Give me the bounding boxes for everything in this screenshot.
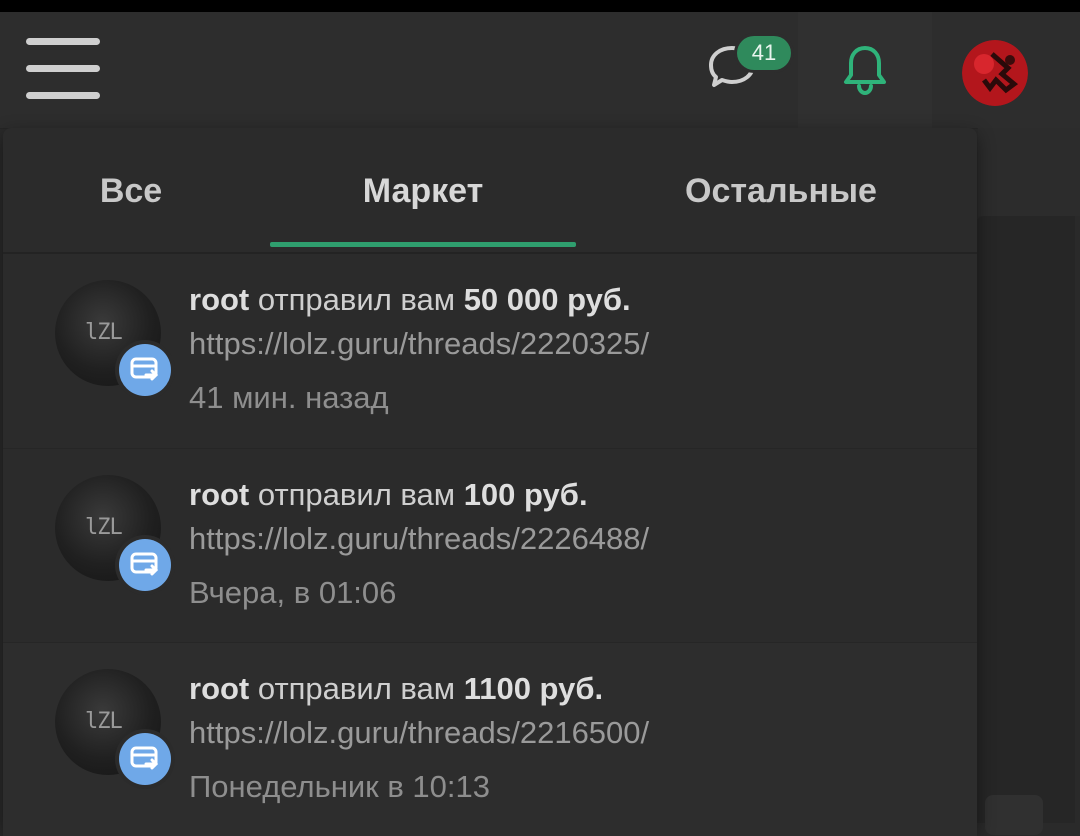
status-bar — [0, 0, 1080, 12]
money-transfer-badge — [119, 539, 171, 591]
transfer-icon — [130, 746, 159, 770]
notification-text: root отправил вам 1100 руб. — [189, 671, 604, 706]
alerts-button[interactable] — [798, 12, 932, 128]
user-avatar[interactable] — [962, 40, 1028, 106]
notification-avatar[interactable]: lZL — [55, 475, 171, 591]
notification-amount: 1100 руб. — [463, 671, 604, 706]
money-transfer-badge — [119, 344, 171, 396]
notification-avatar[interactable]: lZL — [55, 669, 171, 785]
transfer-icon — [130, 552, 159, 576]
notification-item[interactable]: lZL root отправил вам 100 руб. https://l… — [3, 448, 977, 642]
alerts-tabs: Все Маркет Остальные — [3, 128, 977, 254]
tab-other[interactable]: Остальные — [643, 128, 919, 252]
tab-market[interactable]: Маркет — [270, 128, 576, 252]
notification-link[interactable]: https://lolz.guru/threads/2220325/ — [189, 326, 649, 362]
notification-username[interactable]: root — [189, 282, 249, 317]
transfer-icon — [130, 357, 159, 381]
notification-username[interactable]: root — [189, 477, 249, 512]
money-transfer-badge — [119, 733, 171, 785]
active-tab-indicator — [270, 242, 576, 247]
tab-all[interactable]: Все — [43, 128, 219, 252]
hamburger-menu-icon[interactable] — [26, 38, 100, 100]
notification-avatar[interactable]: lZL — [55, 280, 171, 396]
background-panel — [978, 128, 1080, 216]
avatar-image — [962, 40, 1028, 106]
notification-item[interactable]: lZL root отправил вам 50 000 руб. https:… — [3, 254, 977, 447]
background-card — [975, 216, 1075, 823]
notification-amount: 100 руб. — [463, 477, 588, 512]
notification-username[interactable]: root — [189, 671, 249, 706]
notification-text: root отправил вам 100 руб. — [189, 477, 588, 512]
notification-time: Вчера, в 01:06 — [189, 575, 397, 610]
bell-icon — [844, 46, 886, 96]
notification-time: Понедельник в 10:13 — [189, 769, 491, 804]
notification-text: root отправил вам 50 000 руб. — [189, 282, 631, 317]
conversations-count-badge: 41 — [737, 36, 791, 70]
notification-link[interactable]: https://lolz.guru/threads/2216500/ — [189, 715, 649, 751]
notification-amount: 50 000 руб. — [463, 282, 631, 317]
alerts-popup: Все Маркет Остальные lZL root отправил в… — [3, 128, 977, 836]
notification-item[interactable]: lZL root отправил вам 1100 руб. https://… — [3, 642, 977, 836]
background-element — [985, 795, 1043, 835]
notification-link[interactable]: https://lolz.guru/threads/2226488/ — [189, 521, 649, 557]
notification-time: 41 мин. назад — [189, 380, 389, 415]
